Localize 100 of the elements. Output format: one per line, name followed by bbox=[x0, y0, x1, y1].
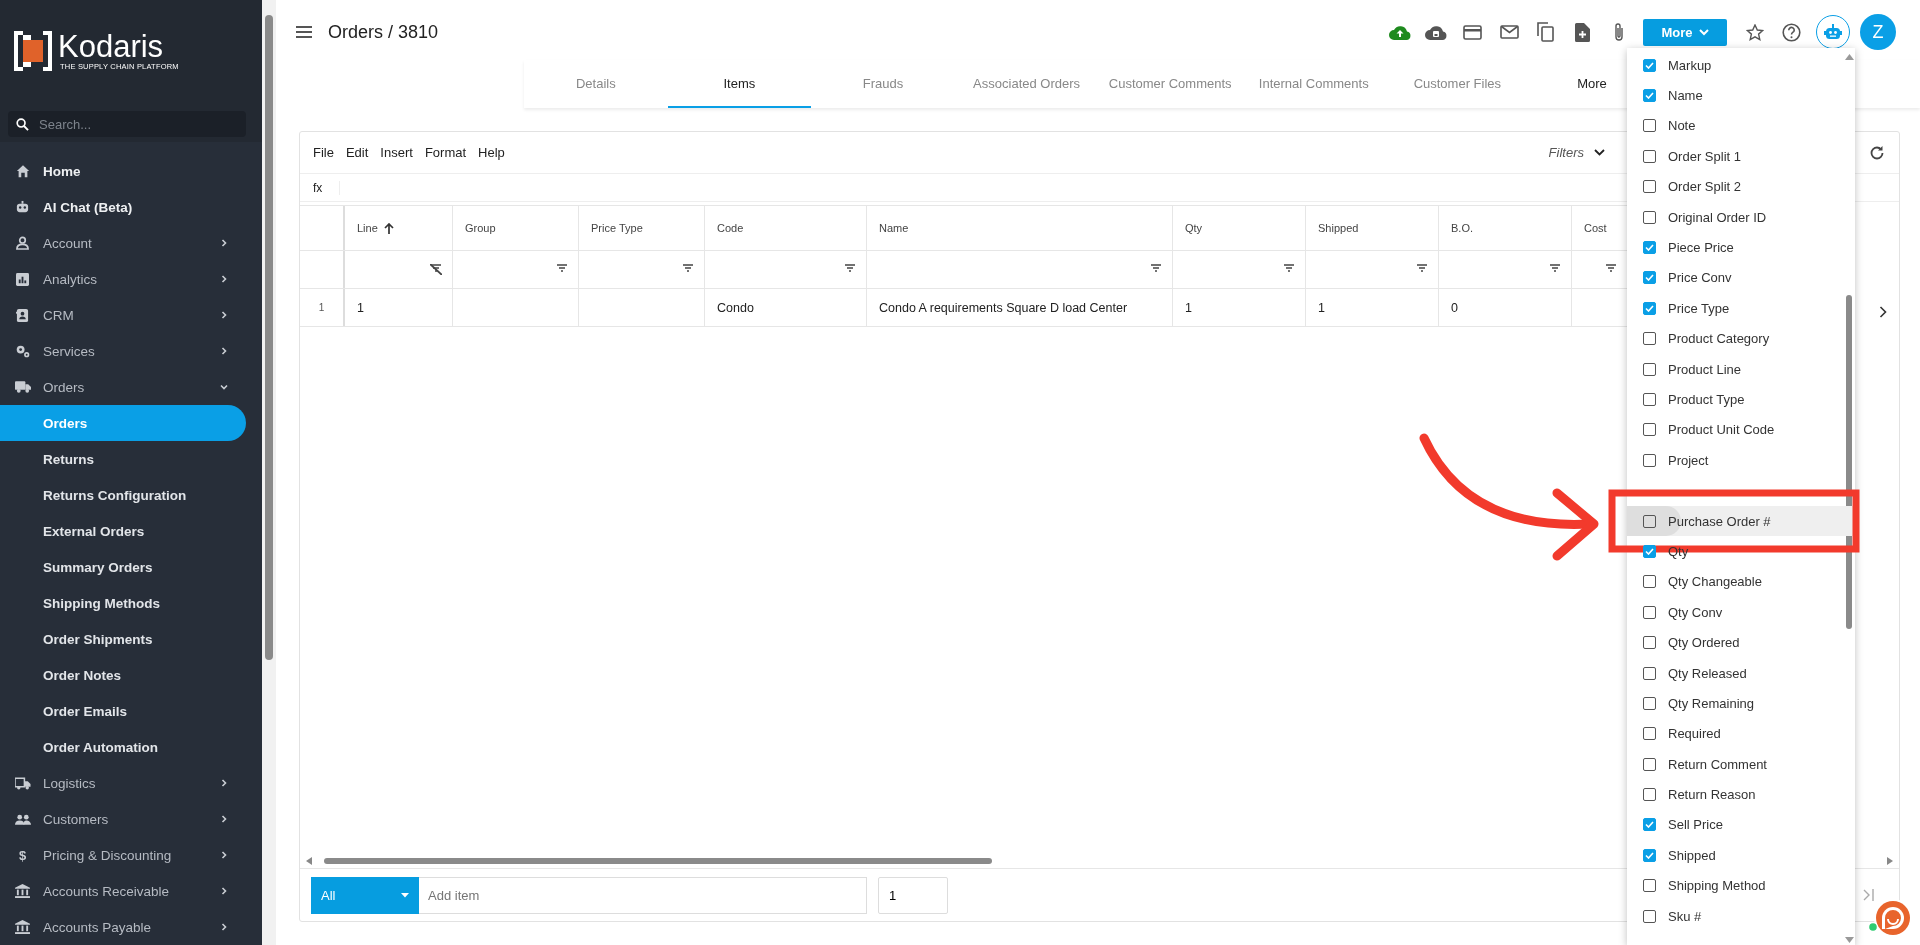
column-option[interactable]: Return Comment bbox=[1627, 749, 1843, 780]
column-option[interactable]: Required bbox=[1627, 718, 1843, 749]
add-item-field[interactable]: Add item bbox=[419, 876, 867, 914]
column-option[interactable]: Product Type bbox=[1627, 384, 1843, 415]
checkbox[interactable] bbox=[1643, 241, 1656, 255]
checkbox[interactable] bbox=[1643, 301, 1656, 315]
checkbox[interactable] bbox=[1643, 210, 1656, 224]
column-option[interactable]: Qty Changeable bbox=[1627, 566, 1843, 598]
scroll-right-icon[interactable] bbox=[1887, 857, 1893, 865]
checkbox[interactable] bbox=[1643, 271, 1656, 285]
sidebar-item[interactable]: Orders bbox=[0, 369, 246, 405]
column-header[interactable]: Name bbox=[867, 206, 1173, 250]
filter-off-icon[interactable] bbox=[430, 264, 442, 275]
column-option[interactable]: Original Order ID bbox=[1627, 201, 1843, 233]
column-option[interactable]: Markup bbox=[1627, 50, 1843, 81]
sidebar-subitem[interactable]: Returns Configuration bbox=[0, 477, 246, 513]
column-header[interactable]: Price Type bbox=[579, 206, 705, 250]
menu-item[interactable]: Format bbox=[424, 145, 467, 160]
paperclip-icon[interactable] bbox=[1613, 22, 1624, 42]
filter-icon[interactable] bbox=[682, 264, 694, 275]
column-option[interactable]: Shipping Method bbox=[1627, 870, 1843, 901]
sidebar-item[interactable]: Account bbox=[0, 225, 246, 261]
column-option[interactable]: Price Type bbox=[1627, 293, 1843, 324]
column-header[interactable]: Qty bbox=[1173, 206, 1306, 250]
copy-icon[interactable] bbox=[1537, 22, 1555, 42]
menu-item[interactable]: Insert bbox=[380, 145, 413, 160]
checkbox[interactable] bbox=[1643, 514, 1656, 528]
filter-icon[interactable] bbox=[556, 264, 568, 275]
sidebar-item[interactable]: Customers bbox=[0, 801, 246, 837]
more-tab[interactable]: More bbox=[1529, 60, 1607, 108]
column-header[interactable]: Shipped bbox=[1306, 206, 1439, 250]
checkbox[interactable] bbox=[1643, 879, 1656, 893]
column-option[interactable]: Qty Ordered bbox=[1627, 627, 1843, 658]
checkbox[interactable] bbox=[1643, 605, 1656, 619]
sidebar-subitem[interactable]: External Orders bbox=[0, 513, 246, 549]
checkbox[interactable] bbox=[1643, 423, 1656, 437]
column-header[interactable]: Code bbox=[705, 206, 867, 250]
checkbox[interactable] bbox=[1643, 757, 1656, 771]
mail-icon[interactable] bbox=[1499, 25, 1519, 39]
column-header[interactable]: B.O. bbox=[1439, 206, 1572, 250]
cloud-upload-icon[interactable] bbox=[1388, 24, 1411, 40]
quantity-field[interactable]: 1 bbox=[878, 876, 948, 914]
menu-item[interactable]: File bbox=[313, 145, 334, 160]
column-option[interactable]: Name bbox=[1627, 80, 1843, 111]
tab[interactable]: Internal Comments bbox=[1241, 60, 1386, 108]
tab[interactable]: Frauds bbox=[811, 60, 955, 108]
sidebar-item[interactable]: CRM bbox=[0, 297, 246, 333]
sidebar-subitem[interactable]: Shipping Methods bbox=[0, 585, 246, 621]
star-icon[interactable] bbox=[1746, 23, 1765, 41]
column-header[interactable]: Line bbox=[345, 206, 453, 250]
checkbox[interactable] bbox=[1643, 818, 1656, 832]
checkbox[interactable] bbox=[1643, 362, 1656, 376]
column-option[interactable]: Qty Conv bbox=[1627, 597, 1843, 628]
checkbox[interactable] bbox=[1643, 727, 1656, 741]
dragged-column-option[interactable]: Purchase Order # bbox=[1627, 505, 1853, 537]
column-option[interactable]: Product Line bbox=[1627, 353, 1843, 385]
column-option[interactable]: Note bbox=[1627, 110, 1843, 142]
chevron-right-icon[interactable] bbox=[1879, 306, 1887, 318]
checkbox[interactable] bbox=[1643, 636, 1656, 650]
column-option[interactable]: Product Category bbox=[1627, 323, 1843, 354]
help-icon[interactable] bbox=[1782, 22, 1802, 42]
search-field[interactable]: Search... bbox=[8, 111, 246, 137]
column-option[interactable]: Shipped bbox=[1627, 840, 1843, 871]
column-option[interactable]: Order Split 1 bbox=[1627, 141, 1843, 172]
sidebar-item[interactable]: Logistics bbox=[0, 765, 246, 801]
sidebar-item[interactable]: AI Chat (Beta) bbox=[0, 189, 246, 225]
tab[interactable]: Customer Comments bbox=[1098, 60, 1242, 108]
refresh-icon[interactable] bbox=[1869, 144, 1885, 161]
filter-icon[interactable] bbox=[1150, 264, 1162, 275]
scroll-left-icon[interactable] bbox=[306, 857, 312, 865]
checkbox[interactable] bbox=[1643, 180, 1656, 194]
scrollbar-thumb[interactable] bbox=[1846, 295, 1852, 629]
checkbox[interactable] bbox=[1643, 149, 1656, 163]
sidebar-item[interactable]: Accounts Payable bbox=[0, 909, 246, 945]
tab[interactable]: Customer Files bbox=[1385, 60, 1530, 108]
sidebar-item[interactable]: Analytics bbox=[0, 261, 246, 297]
checkbox[interactable] bbox=[1643, 575, 1656, 589]
credit-card-icon[interactable] bbox=[1463, 24, 1483, 40]
tab[interactable]: Associated Orders bbox=[954, 60, 1099, 108]
sidebar-item[interactable]: Home bbox=[0, 153, 246, 189]
checkbox[interactable] bbox=[1643, 909, 1656, 923]
column-option[interactable]: Project bbox=[1627, 445, 1843, 476]
checkbox[interactable] bbox=[1643, 666, 1656, 680]
checkbox[interactable] bbox=[1643, 89, 1656, 103]
tab[interactable]: Items bbox=[667, 60, 812, 108]
tab[interactable]: Details bbox=[524, 60, 668, 108]
column-option[interactable]: Return Reason bbox=[1627, 779, 1843, 810]
column-option[interactable]: Sku # bbox=[1627, 900, 1843, 932]
sidebar-subitem[interactable]: Summary Orders bbox=[0, 549, 246, 585]
scroll-down-icon[interactable] bbox=[1844, 937, 1854, 943]
sidebar-item[interactable]: $ Pricing & Discounting bbox=[0, 837, 246, 873]
checkbox[interactable] bbox=[1643, 544, 1656, 558]
checkbox[interactable] bbox=[1643, 453, 1656, 467]
column-option[interactable]: Price Conv bbox=[1627, 262, 1843, 294]
checkbox[interactable] bbox=[1643, 788, 1656, 802]
filters-toggle[interactable]: Filters bbox=[1542, 144, 1611, 161]
column-option[interactable]: Product Unit Code bbox=[1627, 414, 1843, 446]
menu-icon[interactable] bbox=[296, 26, 312, 38]
column-option[interactable]: Sell Price bbox=[1627, 809, 1843, 841]
sidebar-subitem[interactable]: Order Automation bbox=[0, 729, 246, 765]
